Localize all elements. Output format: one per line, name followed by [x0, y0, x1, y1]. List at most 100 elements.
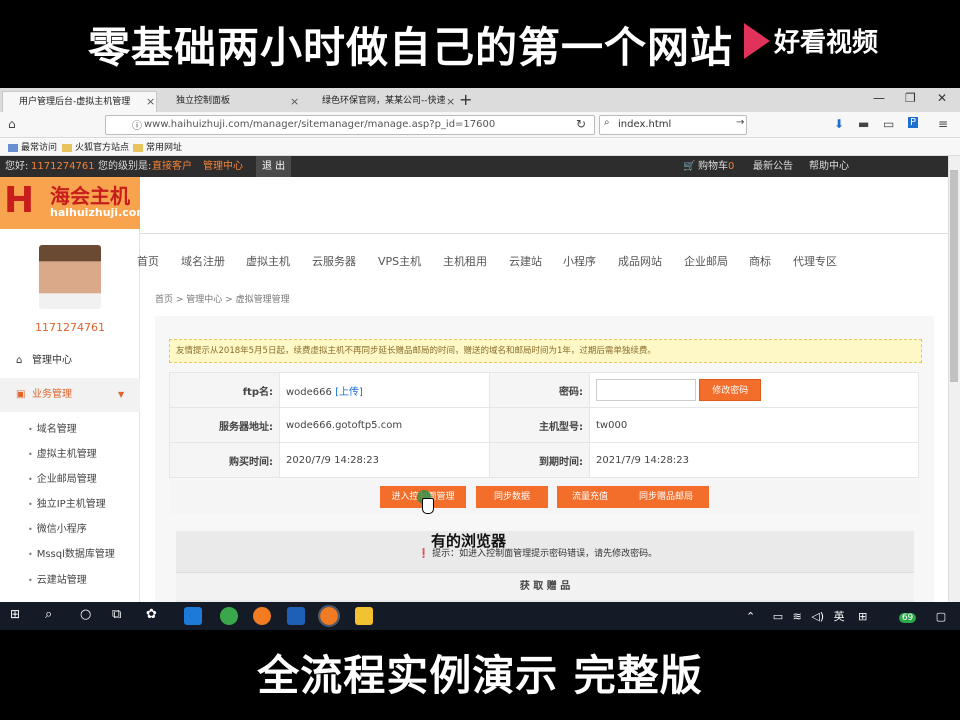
ftp-label: ftp名: [169, 372, 280, 408]
minimize-icon[interactable]: — [873, 91, 885, 105]
windows-start-icon[interactable]: ⊞ [10, 607, 20, 621]
app-icon[interactable]: ✿ [146, 607, 157, 622]
sidebar-sub-virtual-host[interactable]: 虚拟主机管理 [28, 445, 97, 460]
tab-control-panel[interactable]: 独立控制面板 [160, 91, 300, 112]
nav-home[interactable]: 首页 [137, 253, 159, 269]
nav-cloud-site[interactable]: 云建站 [509, 253, 542, 269]
upload-link[interactable]: [上传] [335, 387, 363, 398]
nav-cloud-server[interactable]: 云服务器 [312, 253, 356, 269]
media-app-icon[interactable] [355, 607, 373, 625]
sidebar-sub-mail[interactable]: 企业邮局管理 [28, 470, 97, 485]
help-link[interactable]: 帮助中心 [809, 156, 849, 177]
nav-enterprise-mail[interactable]: 企业邮局 [684, 253, 728, 269]
close-window-icon[interactable]: ✕ [937, 91, 947, 105]
scrollbar-thumb[interactable] [950, 170, 958, 382]
firefox-active-icon[interactable] [318, 605, 340, 627]
sidebar-sub-cloud-site[interactable]: 云建站管理 [28, 571, 87, 586]
go-arrow-icon[interactable]: → [736, 117, 744, 128]
search-input[interactable]: index.html [599, 115, 747, 135]
site-top-bar: 您好: 1171274761 您的级别是: 直接客户 管理中心 退 出 🛒 购物… [0, 156, 948, 177]
tab-user-admin[interactable]: 用户管理后台-虚拟主机管理 [2, 91, 157, 112]
home-icon[interactable]: ⌂ [8, 117, 16, 131]
nav-domain[interactable]: 域名注册 [181, 253, 225, 269]
logo-en-text: haihuizhuji.com [50, 206, 148, 219]
action-bar: 进入控制面管理 同步数据 流量充值 同步赠品邮局 [170, 480, 920, 514]
nav-agent[interactable]: 代理专区 [793, 253, 837, 269]
cortana-icon[interactable]: ○ [80, 607, 91, 622]
ime-indicator[interactable]: 英 [834, 610, 845, 623]
bookmarks-bar: 最常访问 火狐官方站点 常用网址 [0, 139, 960, 156]
chat-icon[interactable]: ▬ [858, 117, 869, 131]
folder-icon [62, 143, 72, 152]
sidebar-sub-miniprogram[interactable]: 微信小程序 [28, 520, 87, 535]
sidebar-sub-mssql[interactable]: Mssql数据库管理 [28, 545, 115, 560]
reload-icon[interactable]: ↻ [576, 117, 586, 131]
nav-ready-site[interactable]: 成品网站 [618, 253, 662, 269]
sidebar-item-business[interactable]: ▣ 业务管理 ▼ [0, 378, 140, 412]
nav-vps[interactable]: VPS主机 [378, 253, 421, 269]
video-title: 零基础两小时做自己的第一个网站 [88, 23, 734, 72]
bookmark-most-visited[interactable]: 最常访问 [8, 140, 57, 153]
search-value: index.html [618, 119, 672, 130]
nav-virtual-host[interactable]: 虚拟主机 [246, 253, 290, 269]
notification-center-icon[interactable]: ▢ [936, 610, 946, 623]
password-input[interactable] [596, 379, 696, 401]
bookmark-common[interactable]: 常用网址 [133, 140, 182, 153]
sidebar-sub-domain[interactable]: 域名管理 [28, 420, 77, 435]
manage-center-link[interactable]: 管理中心 [203, 156, 243, 177]
announcement-link[interactable]: 最新公告 [753, 156, 793, 177]
tab-green-site[interactable]: 绿色环保官网，某某公司--快速... [306, 91, 446, 112]
sidebar-username: 1171274761 [35, 321, 105, 334]
cart-link[interactable]: 购物车 [698, 156, 728, 177]
notification-badge[interactable]: 69 [898, 613, 917, 623]
logo-h-mark: H [4, 180, 35, 221]
download-icon[interactable]: ⬇ [834, 117, 844, 131]
sync-gift-mail-button[interactable]: 同步赠品邮局 [623, 486, 709, 508]
main-nav: 首页 域名注册 虚拟主机 云服务器 VPS主机 主机租用 云建站 小程序 成品网… [137, 233, 948, 285]
site-logo[interactable]: H 海会主机 haihuizhuji.com [0, 177, 148, 229]
close-tab-icon[interactable]: × [290, 91, 299, 112]
task-view-icon[interactable]: ⧉ [112, 607, 121, 622]
edge-icon[interactable] [184, 607, 202, 625]
play-logo-icon [744, 22, 770, 59]
chevron-up-icon[interactable]: ⌃ [746, 610, 755, 623]
url-bar[interactable]: www.haihuizhuji.com/manager/sitemanager/… [105, 115, 595, 135]
library-icon[interactable]: ▭ [883, 117, 894, 131]
video-caption: 有的浏览器 [431, 532, 507, 550]
pocket-icon[interactable]: P [908, 117, 919, 128]
network-icon[interactable]: ▭ [773, 610, 783, 623]
volume-icon[interactable]: ◁) [811, 610, 824, 623]
bookmark-label: 火狐官方站点 [75, 143, 130, 153]
keyboard-icon[interactable]: ⊞ [858, 610, 867, 623]
close-tab-icon[interactable]: × [146, 91, 155, 112]
search-icon[interactable]: ⌕ [45, 607, 52, 622]
nav-host-rental[interactable]: 主机租用 [443, 253, 487, 269]
new-tab-icon[interactable]: + [459, 90, 472, 109]
sync-data-button[interactable]: 同步数据 [476, 486, 548, 508]
browser-360-icon[interactable] [220, 607, 238, 625]
change-password-button[interactable]: 修改密码 [699, 379, 762, 401]
sidebar-item-manage-center[interactable]: ⌂ 管理中心 [0, 344, 140, 378]
bookmark-firefox-site[interactable]: 火狐官方站点 [62, 140, 129, 153]
editor-icon[interactable] [287, 607, 305, 625]
windows-taskbar: ⊞ ⌕ ○ ⧉ ✿ ⌃ ▭ ≋ ◁) 英 ⊞ 69 ▢ [0, 602, 960, 630]
firefox-icon[interactable] [253, 607, 271, 625]
nav-miniprogram[interactable]: 小程序 [563, 253, 596, 269]
restore-icon[interactable]: ❐ [905, 91, 916, 105]
menu-icon[interactable]: ≡ [938, 117, 948, 131]
sidebar-sub-ip-host[interactable]: 独立IP主机管理 [28, 495, 106, 510]
logout-button[interactable]: 退 出 [256, 156, 292, 177]
wifi-icon[interactable]: ≋ [793, 610, 802, 623]
nav-trademark[interactable]: 商标 [749, 253, 771, 269]
video-title-bar: 零基础两小时做自己的第一个网站 好看视频 [0, 0, 960, 88]
traffic-recharge-button[interactable]: 流量充值 [557, 486, 623, 508]
system-tray: ⌃ ▭ ≋ ◁) 英 ⊞ 69 ▢ [746, 608, 946, 624]
breadcrumb-manage-center[interactable]: 管理中心 [186, 295, 222, 305]
breadcrumb-home[interactable]: 首页 [155, 295, 173, 305]
model-label: 主机型号: [489, 407, 590, 443]
get-gift-button[interactable]: 获 取 赠 品 [176, 572, 914, 600]
close-tab-icon[interactable]: × [446, 91, 455, 112]
info-icon[interactable]: ⓘ [132, 117, 142, 132]
password-label: 密码: [489, 372, 590, 408]
buy-time-value: 2020/7/9 14:28:23 [279, 442, 490, 478]
